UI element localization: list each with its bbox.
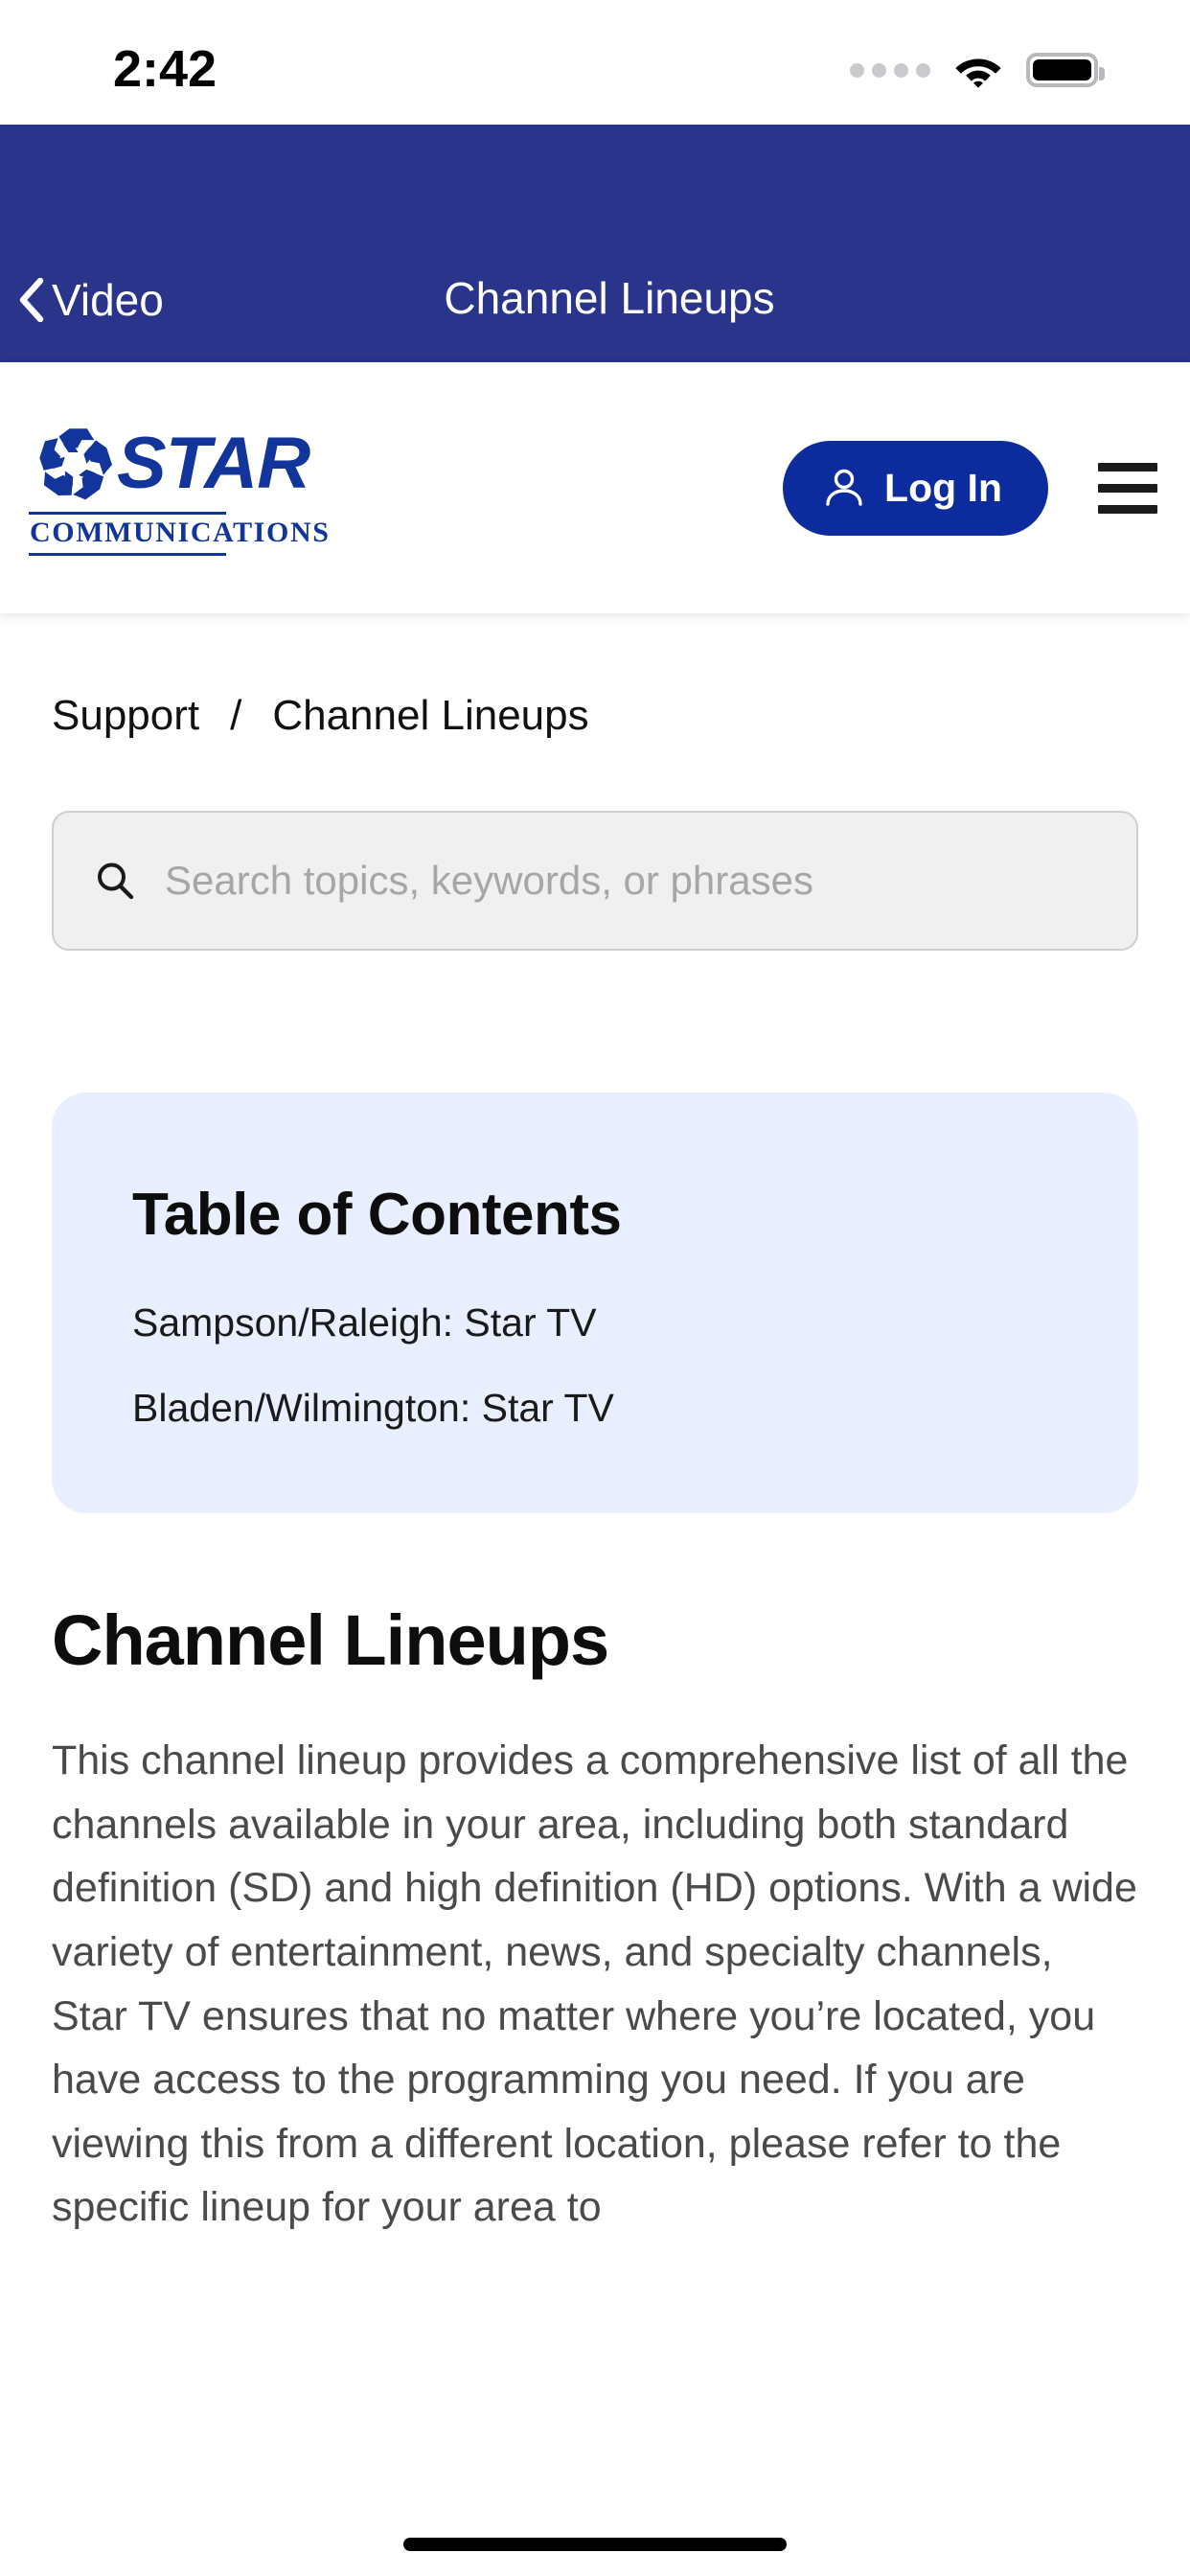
login-button-label: Log In	[884, 465, 1002, 510]
cellular-dots-icon	[850, 62, 930, 78]
app-nav-title: Channel Lineups	[444, 273, 775, 323]
logo-divider-bottom	[29, 552, 226, 556]
hamburger-menu-icon[interactable]	[1098, 457, 1157, 519]
star-pinwheel-icon	[39, 428, 112, 500]
search-input[interactable]	[165, 858, 1096, 904]
phone-screen: 2:42 Video Channel Lineups STAR COMMUNIC…	[0, 0, 1190, 2576]
login-button[interactable]: Log In	[783, 440, 1048, 536]
breadcrumb-parent-link[interactable]: Support	[52, 692, 199, 740]
toc-link-sampson-raleigh[interactable]: Sampson/Raleigh: Star TV	[132, 1300, 1058, 1346]
user-icon	[826, 469, 862, 506]
status-bar: 2:42	[0, 0, 1190, 125]
search-icon	[98, 862, 134, 900]
toc-link-bladen-wilmington[interactable]: Bladen/Wilmington: Star TV	[132, 1386, 1058, 1431]
logo-subtext: COMMUNICATIONS	[30, 517, 331, 549]
page-content: Support / Channel Lineups Table of Conte…	[0, 613, 1190, 2240]
breadcrumb-current: Channel Lineups	[272, 692, 589, 739]
table-of-contents-title: Table of Contents	[132, 1182, 622, 1248]
breadcrumb: Support / Channel Lineups	[52, 692, 1138, 740]
table-of-contents-card: Table of Contents Sampson/Raleigh: Star …	[52, 1092, 1138, 1513]
status-time: 2:42	[113, 40, 217, 98]
logo-top-row: STAR	[29, 420, 310, 508]
page-body-text: This channel lineup provides a comprehen…	[52, 1737, 1137, 2231]
status-indicators	[850, 51, 1105, 89]
logo-wordmark: STAR	[117, 423, 310, 505]
battery-full-icon	[1026, 53, 1105, 87]
search-box[interactable]	[52, 811, 1138, 951]
app-navigation-bar: Video Channel Lineups	[0, 125, 1190, 362]
bottom-safe-area	[0, 2472, 1190, 2576]
site-header: STAR COMMUNICATIONS Log In	[0, 362, 1190, 613]
page-title: Channel Lineups	[52, 1600, 609, 1680]
breadcrumb-separator: /	[230, 692, 242, 739]
home-indicator[interactable]	[403, 2538, 787, 2551]
star-communications-logo[interactable]: STAR COMMUNICATIONS	[29, 420, 331, 556]
header-actions: Log In	[783, 440, 1157, 536]
wifi-icon	[955, 58, 1001, 88]
